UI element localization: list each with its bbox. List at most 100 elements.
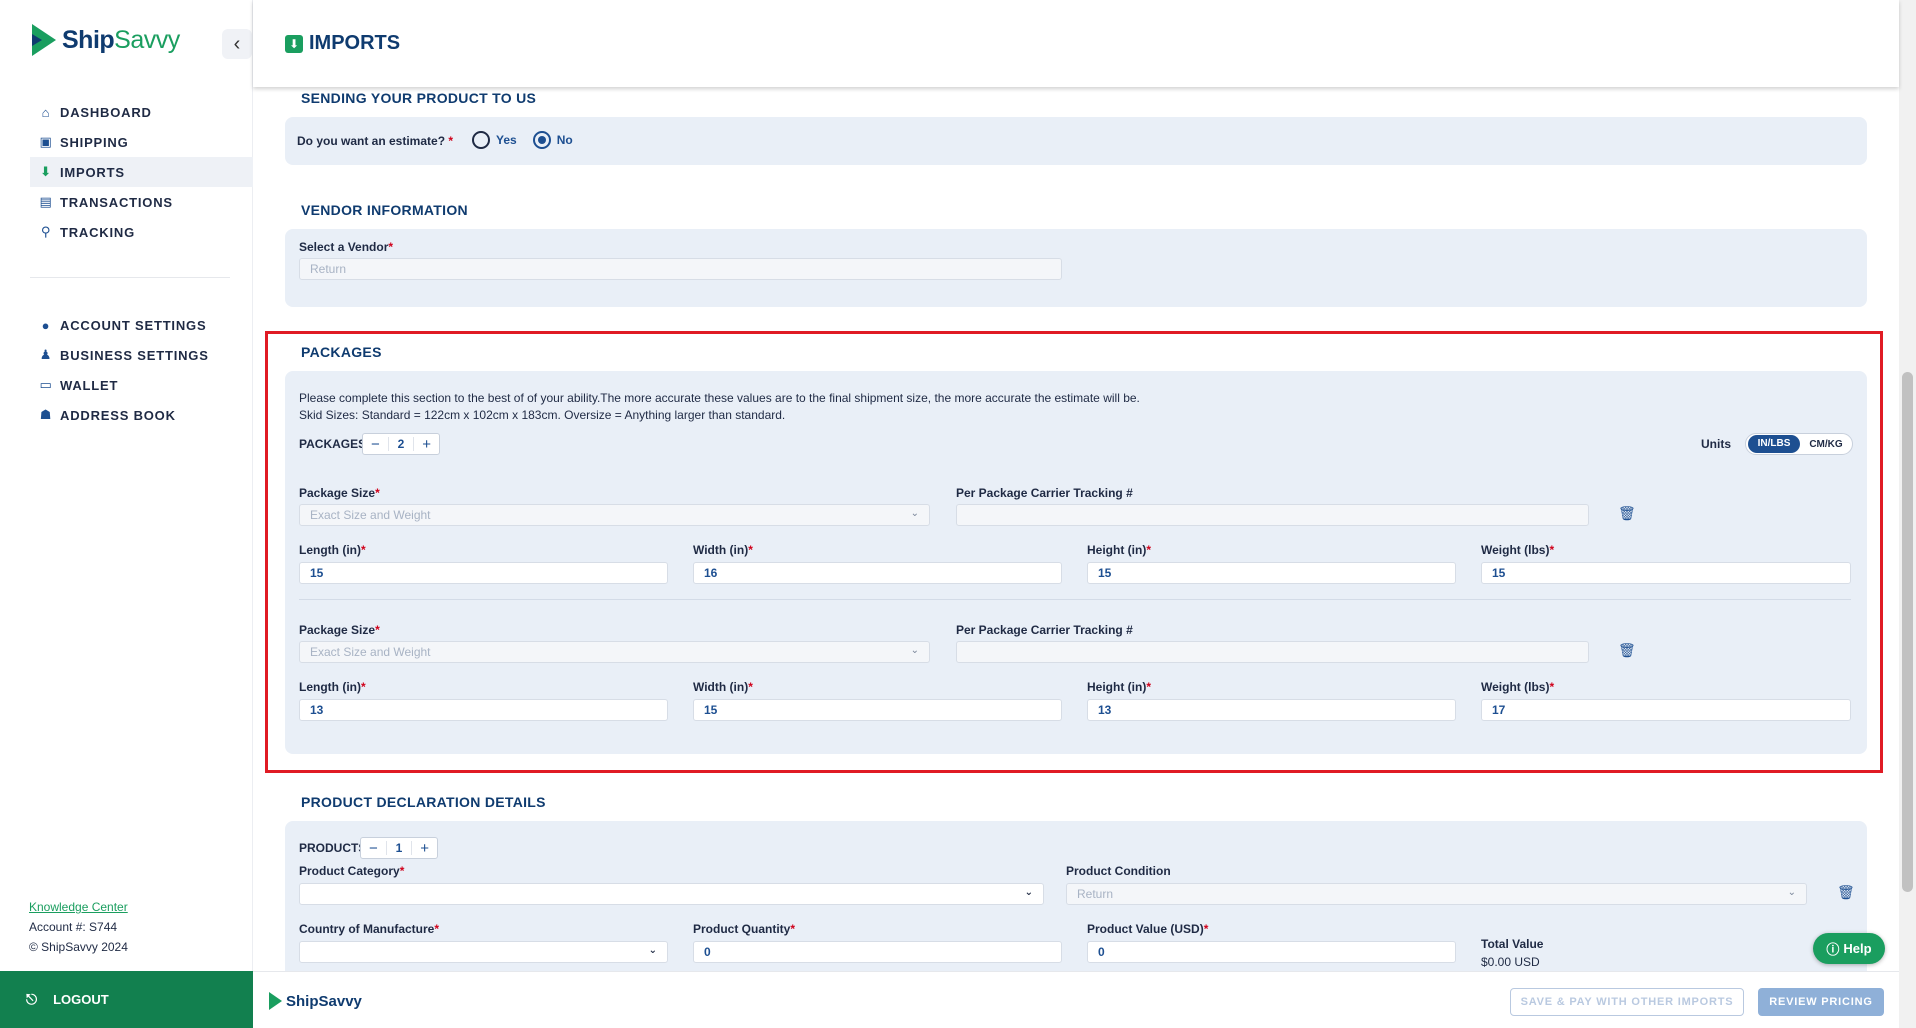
nav-divider: [30, 277, 230, 278]
imports-icon: ⬇: [285, 34, 303, 53]
logout-icon: ⎋: [26, 991, 38, 1007]
increment-packages-button[interactable]: +: [414, 436, 439, 453]
weight-input[interactable]: 17: [1481, 699, 1851, 721]
sidebar-item-tracking[interactable]: ⚲ TRACKING: [30, 217, 253, 247]
packages-note: Please complete this section to the best…: [299, 391, 1140, 405]
products-count: 1: [385, 841, 413, 855]
products-panel: PRODUCTS − 1 + Product Category* ⌄ Produ…: [285, 821, 1867, 971]
width-label: Width (in): [693, 680, 749, 694]
trash-icon[interactable]: 🗑: [1837, 884, 1855, 900]
collapse-sidebar-button[interactable]: ‹: [222, 29, 252, 59]
increment-products-button[interactable]: +: [412, 840, 437, 857]
page-title: IMPORTS: [309, 32, 401, 54]
page-header: ⬇ IMPORTS: [253, 0, 1899, 87]
decrement-products-button[interactable]: −: [361, 840, 386, 857]
product-condition-label: Product Condition: [1066, 864, 1171, 878]
section-title-vendor: VENDOR INFORMATION: [301, 202, 468, 218]
sidebar-item-transactions[interactable]: ▤ TRANSACTIONS: [30, 187, 253, 217]
length-label: Length (in): [299, 680, 361, 694]
decrement-packages-button[interactable]: −: [363, 436, 388, 453]
packages-panel: Please complete this section to the best…: [285, 371, 1867, 754]
product-value-label: Product Value (USD): [1087, 922, 1204, 936]
logout-button[interactable]: ⎋ LOGOUT: [0, 971, 253, 1028]
vendor-panel: Select a Vendor* Return: [285, 229, 1867, 307]
sidebar-item-account-settings[interactable]: ● ACCOUNT SETTINGS: [30, 310, 253, 340]
main-content: SENDING YOUR PRODUCT TO US Do you want a…: [253, 87, 1899, 971]
chevron-down-icon: ⌄: [910, 645, 919, 656]
help-button[interactable]: ⓘ Help: [1813, 933, 1885, 964]
package-size-select[interactable]: Exact Size and Weight ⌄: [299, 641, 930, 663]
account-number: Account #: S744: [29, 920, 118, 934]
estimate-question: Do you want an estimate?: [297, 134, 446, 148]
business-icon: ♟: [39, 347, 53, 362]
package-divider: [299, 599, 1851, 600]
height-label: Height (in): [1087, 680, 1147, 694]
width-input[interactable]: 16: [693, 562, 1062, 584]
knowledge-center-link[interactable]: Knowledge Center: [29, 900, 128, 914]
height-input[interactable]: 13: [1087, 699, 1456, 721]
sidebar-item-business-settings[interactable]: ♟ BUSINESS SETTINGS: [30, 340, 253, 370]
package-size-label: Package Size: [299, 623, 376, 637]
quantity-input[interactable]: 0: [693, 941, 1062, 963]
total-value-label: Total Value: [1481, 937, 1544, 951]
scrollbar[interactable]: [1899, 0, 1916, 1028]
sidebar-item-wallet[interactable]: ▭ WALLET: [30, 370, 253, 400]
height-input[interactable]: 15: [1087, 562, 1456, 584]
trash-icon[interactable]: 🗑: [1618, 642, 1636, 658]
package-size-select[interactable]: Exact Size and Weight ⌄: [299, 504, 930, 526]
height-label: Height (in): [1087, 543, 1147, 557]
weight-label: Weight (lbs): [1481, 543, 1550, 557]
section-title-packages: PACKAGES: [301, 344, 382, 360]
length-input[interactable]: 15: [299, 562, 668, 584]
country-select[interactable]: ⌄: [299, 941, 668, 963]
shipsavvy-logo[interactable]: ShipSavvy: [32, 24, 180, 56]
vendor-label: Select a Vendor: [299, 240, 389, 254]
document-icon: ▤: [39, 194, 53, 209]
products-stepper[interactable]: − 1 +: [360, 837, 438, 859]
main-nav: ⌂ DASHBOARD ▣ SHIPPING ⬇ IMPORTS ▤ TRANS…: [30, 97, 253, 430]
review-pricing-button[interactable]: REVIEW PRICING: [1758, 988, 1884, 1016]
length-input[interactable]: 13: [299, 699, 668, 721]
sidebar-item-imports[interactable]: ⬇ IMPORTS: [30, 157, 253, 187]
tracking-label: Per Package Carrier Tracking #: [956, 486, 1133, 500]
sidebar-item-shipping[interactable]: ▣ SHIPPING: [30, 127, 253, 157]
vendor-select[interactable]: Return: [299, 258, 1062, 280]
length-label: Length (in): [299, 543, 361, 557]
products-count-label: PRODUCTS: [299, 841, 367, 855]
page-footer: ShipSavvy SAVE & PAY WITH OTHER IMPORTS …: [253, 971, 1899, 1028]
sidebar-item-dashboard[interactable]: ⌂ DASHBOARD: [30, 97, 253, 127]
weight-label: Weight (lbs): [1481, 680, 1550, 694]
address-book-icon: ☗: [39, 407, 53, 422]
scrollbar-thumb[interactable]: [1902, 372, 1913, 892]
product-value-input[interactable]: 0: [1087, 941, 1456, 963]
package-size-label: Package Size: [299, 486, 376, 500]
product-category-label: Product Category: [299, 864, 400, 878]
total-value: $0.00 USD: [1481, 955, 1540, 969]
estimate-no-radio[interactable]: [532, 131, 551, 149]
units-label: Units: [1701, 437, 1731, 451]
trash-icon[interactable]: 🗑: [1618, 505, 1636, 521]
estimate-yes-radio[interactable]: [472, 131, 490, 149]
units-toggle[interactable]: IN/LBS CM/KG: [1745, 433, 1853, 455]
estimate-radio-group: Yes No: [472, 131, 573, 149]
units-in-lbs-option[interactable]: IN/LBS: [1748, 435, 1800, 453]
width-input[interactable]: 15: [693, 699, 1062, 721]
units-cm-kg-option[interactable]: CM/KG: [1800, 439, 1852, 450]
packages-stepper[interactable]: − 2 +: [362, 433, 440, 455]
save-and-pay-button[interactable]: SAVE & PAY WITH OTHER IMPORTS: [1510, 988, 1744, 1016]
tracking-input[interactable]: [956, 504, 1589, 526]
section-title-sending: SENDING YOUR PRODUCT TO US: [301, 90, 537, 106]
user-icon: ●: [41, 317, 51, 333]
logo-mark-icon: [269, 992, 282, 1010]
product-category-select[interactable]: ⌄: [299, 883, 1044, 905]
weight-input[interactable]: 15: [1481, 562, 1851, 584]
chevron-down-icon: ⌄: [1787, 887, 1796, 898]
box-icon: ▣: [39, 134, 53, 149]
sidebar-item-address-book[interactable]: ☗ ADDRESS BOOK: [30, 400, 253, 430]
country-label: Country of Manufacture: [299, 922, 435, 936]
tracking-input[interactable]: [956, 641, 1589, 663]
sidebar-footer: Knowledge Center Account #: S744 © ShipS…: [29, 897, 128, 957]
product-condition-select[interactable]: Return ⌄: [1066, 883, 1807, 905]
tracking-label: Per Package Carrier Tracking #: [956, 623, 1133, 637]
width-label: Width (in): [693, 543, 749, 557]
